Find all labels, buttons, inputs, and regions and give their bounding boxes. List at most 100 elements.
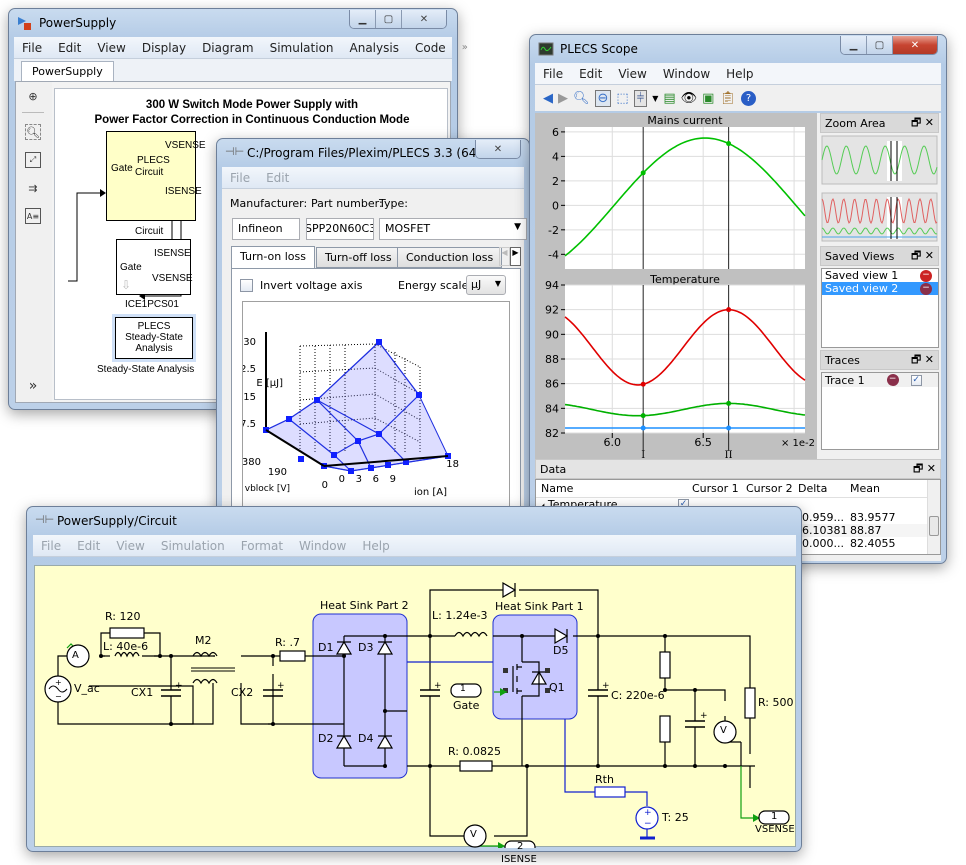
traces-dock-icons[interactable]: 🗗 ✕: [911, 351, 934, 370]
device-menu-file[interactable]: File: [222, 171, 258, 185]
trace-item[interactable]: Trace 1 − ✓: [822, 373, 938, 387]
tab-scroll-right-icon[interactable]: ▶: [510, 247, 521, 266]
steady-state-analysis-block[interactable]: PLECS Steady-State Analysis: [115, 317, 193, 359]
saved-view-item[interactable]: Saved view 1 −: [822, 269, 938, 282]
scope-menu-view[interactable]: View: [610, 67, 654, 81]
scope-menu-window[interactable]: Window: [655, 67, 718, 81]
heat-sink-part-2[interactable]: [312, 613, 408, 779]
spectrum-icon[interactable]: ▤: [663, 91, 675, 106]
menu-file[interactable]: File: [14, 41, 50, 55]
tab-scroll-left-icon[interactable]: ◀: [499, 247, 510, 266]
svg-text:+: +: [175, 681, 183, 691]
clipboard-icon[interactable]: 📋︎: [719, 91, 736, 106]
circuit-block-caption: Circuit: [135, 226, 164, 237]
tab-powersupply[interactable]: PowerSupply: [21, 61, 114, 81]
navigate-icon[interactable]: ⊕: [25, 88, 41, 104]
y-tick-label: -4: [548, 248, 559, 261]
menu-overflow-button[interactable]: »: [454, 42, 476, 53]
menu-display[interactable]: Display: [134, 41, 194, 55]
forward-icon[interactable]: ▶: [558, 91, 568, 106]
circuit-menu-file[interactable]: File: [33, 539, 69, 553]
data-dock-icons[interactable]: 🗗 ✕: [913, 460, 936, 479]
data-point: [376, 431, 382, 437]
svg-text:−: −: [55, 692, 62, 701]
tab-turn-off-loss[interactable]: Turn-off loss: [316, 247, 401, 268]
plecs-circuit-block[interactable]: VSENSE PLECS Circuit Gate ISENSE: [106, 131, 206, 221]
schematic: + + + ++ +− +−: [44, 581, 790, 848]
scope-maximize-button[interactable]: ▢: [867, 36, 893, 54]
type-select[interactable]: MOSFET ▼: [379, 218, 527, 240]
circuit-menu-help[interactable]: Help: [354, 539, 397, 553]
cursor-menu-icon[interactable]: ▼: [652, 94, 658, 103]
menu-analysis[interactable]: Analysis: [342, 41, 407, 55]
device-menu-edit[interactable]: Edit: [258, 171, 297, 185]
route-icon[interactable]: ⇉: [25, 180, 41, 196]
add-trace-icon[interactable]: ▣: [702, 91, 714, 106]
minimize-button[interactable]: ▁: [350, 10, 376, 28]
data-scrollbar[interactable]: [927, 480, 940, 554]
circuit-menu-view[interactable]: View: [108, 539, 152, 553]
invert-voltage-checkbox[interactable]: [240, 279, 253, 292]
energy-scale-select[interactable]: µJ ▼: [466, 275, 506, 295]
scope-minimize-button[interactable]: ▁: [841, 36, 867, 54]
text-icon[interactable]: A≡: [25, 208, 41, 224]
i-tick-label: 9: [390, 474, 396, 485]
col-cursor2[interactable]: Cursor 2: [743, 482, 795, 495]
controller-block[interactable]: ISENSE Gate VSENSE ⇩: [116, 239, 193, 295]
vsense-port-number: 1: [771, 811, 778, 822]
saved-view-item-selected[interactable]: Saved view 2 −: [822, 282, 938, 295]
tab-conduction-loss[interactable]: Conduction loss: [397, 247, 503, 268]
label-d1: D1: [318, 641, 334, 654]
schematic-canvas[interactable]: + + + + + + − + − R: 120 L: 40e-6 M2 R: …: [34, 565, 796, 865]
scope-menu-file[interactable]: File: [535, 67, 571, 81]
maximize-button[interactable]: ▢: [376, 10, 402, 28]
part-number-input[interactable]: SPP20N60C3: [306, 218, 374, 240]
col-delta[interactable]: Delta: [795, 482, 847, 495]
menu-simulation[interactable]: Simulation: [262, 41, 342, 55]
zoom-icon[interactable]: 🔍︎: [573, 91, 590, 106]
circuit-menu-window[interactable]: Window: [291, 539, 354, 553]
scope-menu-edit[interactable]: Edit: [571, 67, 610, 81]
circuit-menu-edit[interactable]: Edit: [69, 539, 108, 553]
delete-icon[interactable]: −: [920, 282, 932, 295]
fit-icon[interactable]: ⤢: [25, 152, 41, 168]
circuit-titlebar[interactable]: ⊣⊢ PowerSupply/Circuit: [27, 507, 801, 535]
circuit-menu-simulation[interactable]: Simulation: [153, 539, 233, 553]
trace-visible-checkbox[interactable]: ✓: [910, 374, 922, 386]
heat-sink-part-1[interactable]: [492, 614, 578, 720]
menu-diagram[interactable]: Diagram: [194, 41, 262, 55]
col-name[interactable]: Name: [536, 482, 689, 495]
zoom-icon[interactable]: 🔍︎: [25, 124, 41, 140]
circuit-menu-format[interactable]: Format: [233, 539, 291, 553]
saved-views-dock-icons[interactable]: 🗗 ✕: [911, 247, 934, 266]
device-close-button[interactable]: ✕: [476, 140, 520, 158]
cursor-icon[interactable]: ⫩: [633, 89, 648, 107]
close-button[interactable]: ✕: [402, 10, 446, 28]
menu-code[interactable]: Code: [407, 41, 454, 55]
scope-menubar: File Edit View Window Help: [535, 63, 941, 85]
delete-icon[interactable]: −: [920, 269, 932, 282]
zoom-x-icon[interactable]: ⊖: [594, 89, 612, 107]
tab-turn-on-loss[interactable]: Turn-on loss: [231, 246, 315, 269]
menu-edit[interactable]: Edit: [50, 41, 89, 55]
menu-view[interactable]: View: [89, 41, 133, 55]
scope-plots[interactable]: Mains current 6 4 2 0 -2 -4 Temperature 94 92 90 88…: [535, 113, 817, 461]
loss-surface-plot[interactable]: 3022.5157.5E [µJ]3801900vblock [V]036918…: [234, 302, 511, 522]
scrollbar-thumb[interactable]: [929, 516, 939, 536]
dock-float-close-icons[interactable]: 🗗 ✕: [911, 114, 934, 133]
scope-menu-help[interactable]: Help: [718, 67, 761, 81]
data-point: [355, 438, 361, 444]
delete-trace-icon[interactable]: −: [886, 374, 899, 386]
help-icon[interactable]: ?: [740, 90, 756, 106]
zoom-fit-icon[interactable]: ⬚: [616, 91, 628, 106]
back-icon[interactable]: ◀: [543, 91, 553, 106]
col-mean[interactable]: Mean: [847, 482, 899, 495]
x-tick-label: 6.0: [604, 436, 622, 449]
more-tools-icon[interactable]: »: [25, 378, 41, 394]
scope-close-button[interactable]: ✕: [893, 36, 937, 54]
save-view-icon[interactable]: 👁︎: [681, 91, 698, 106]
zoom-area-overview[interactable]: [820, 133, 939, 247]
data-point: [416, 392, 422, 398]
col-cursor1[interactable]: Cursor 1: [689, 482, 743, 495]
manufacturer-input[interactable]: Infineon: [232, 218, 300, 240]
